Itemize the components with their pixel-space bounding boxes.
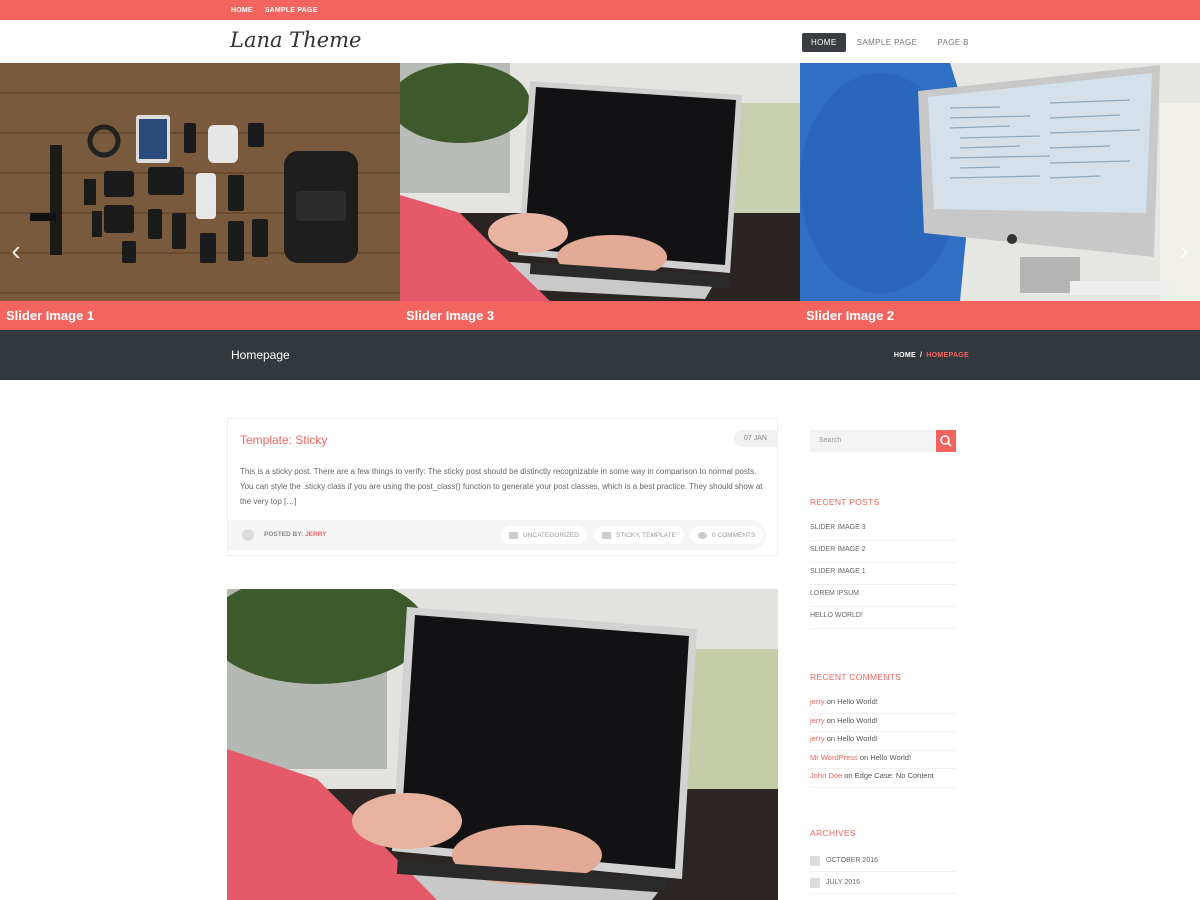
post-date-badge: 07 JAN <box>734 430 777 447</box>
recent-comment-item: jerry on Hello World! <box>810 714 956 732</box>
recent-comments-title: RECENT COMMENTS <box>810 672 902 682</box>
recent-comment-item: jerry on Hello World! <box>810 695 956 714</box>
site-header: Lana Theme HOME SAMPLE PAGE PAGE B <box>0 20 1200 63</box>
archives-list: OCTOBER 2016 JULY 2016 <box>810 850 956 894</box>
post-card: Template: Sticky 07 JAN This is a sticky… <box>227 418 778 556</box>
post-excerpt: This is a sticky post. There are a few t… <box>240 467 763 506</box>
slide-2-caption[interactable]: Slider Image 3 <box>406 308 494 323</box>
top-link-home[interactable]: HOME <box>231 7 253 14</box>
page-title: Homepage <box>231 348 290 362</box>
archives-title: ARCHIVES <box>810 828 856 838</box>
comment-on: on <box>826 715 836 725</box>
tags-pill[interactable]: STICKY, TEMPLATE <box>594 526 684 544</box>
recent-posts-title: RECENT POSTS <box>810 497 880 507</box>
checkbox-icon <box>810 855 820 866</box>
checkbox-icon <box>810 877 820 888</box>
post-author-link[interactable]: JERRY <box>305 531 326 538</box>
image-slider: Slider Image 1 Slider Image 3 Slider Ima… <box>0 63 1200 330</box>
nav-item-home[interactable]: HOME <box>802 33 846 52</box>
recent-posts-list: SLIDER IMAGE 3 SLIDER IMAGE 2 SLIDER IMA… <box>810 519 956 629</box>
archive-item[interactable]: JULY 2016 <box>810 872 956 894</box>
comment-on: on <box>844 771 853 780</box>
breadcrumb-home[interactable]: HOME <box>894 352 916 359</box>
posted-by-label: POSTED BY: <box>264 531 304 538</box>
slide-3-image <box>800 63 1200 301</box>
comment-author-link[interactable]: jerry <box>810 734 825 743</box>
comments-link[interactable]: 0 COMMENTS <box>712 532 755 539</box>
comment-post-link[interactable]: Hello World! <box>837 734 878 743</box>
comment-post-link[interactable]: Hello World! <box>837 697 878 706</box>
tags-link[interactable]: STICKY, TEMPLATE <box>616 532 676 539</box>
main-nav: HOME SAMPLE PAGE PAGE B <box>802 33 980 52</box>
breadcrumb-separator: / <box>920 352 923 359</box>
author-avatar-icon <box>242 529 254 541</box>
post-meta-bar: POSTED BY: JERRY UNCATEGORIZED STICKY, T… <box>228 520 766 550</box>
comment-author-link[interactable]: jerry <box>810 697 825 706</box>
page-title-bar: Homepage HOME / HOMEPAGE <box>0 330 1200 380</box>
comment-on: on <box>859 752 869 762</box>
search-icon <box>940 435 952 447</box>
slide-3-caption[interactable]: Slider Image 2 <box>806 308 894 323</box>
nav-item-sample-page[interactable]: SAMPLE PAGE <box>848 33 927 52</box>
recent-post-item[interactable]: LOREM IPSUM <box>810 585 956 607</box>
search-button[interactable] <box>936 430 956 452</box>
recent-post-item[interactable]: SLIDER IMAGE 1 <box>810 563 956 585</box>
archive-item[interactable]: OCTOBER 2016 <box>810 850 956 872</box>
archive-link[interactable]: JULY 2016 <box>826 874 860 892</box>
recent-comments-list: jerry on Hello World! jerry on Hello Wor… <box>810 695 956 788</box>
slide-3[interactable]: Slider Image 2 <box>800 63 1200 330</box>
comment-on: on <box>826 697 836 706</box>
comment-author-link[interactable]: jerry <box>810 716 825 725</box>
chevron-left-icon[interactable]: ‹ <box>7 237 25 265</box>
site-logo[interactable]: Lana Theme <box>230 28 362 52</box>
breadcrumb-current: HOMEPAGE <box>926 352 969 359</box>
comment-author-link[interactable]: Mr WordPress <box>810 753 858 762</box>
breadcrumb: HOME / HOMEPAGE <box>894 352 969 359</box>
slide-1-caption[interactable]: Slider Image 1 <box>6 308 94 323</box>
search-input[interactable]: Search <box>819 437 841 444</box>
chevron-right-icon[interactable]: › <box>1175 237 1193 265</box>
archive-link[interactable]: OCTOBER 2016 <box>826 852 878 870</box>
top-links: HOME SAMPLE PAGE <box>231 0 317 20</box>
nav-item-page-b[interactable]: PAGE B <box>928 33 978 52</box>
post-title[interactable]: Template: Sticky <box>240 433 327 447</box>
recent-post-item[interactable]: HELLO WORLD! <box>810 607 956 629</box>
slide-2-image <box>400 63 800 301</box>
comment-on: on <box>826 734 836 743</box>
folder-icon <box>509 531 518 539</box>
recent-comment-item: Mr WordPress on Hello World! <box>810 751 956 769</box>
recent-comment-item: jerry on Hello World! <box>810 732 956 751</box>
recent-comment-item: John Doe on Edge Case: No Content <box>810 769 956 788</box>
posted-by: POSTED BY: JERRY <box>264 531 327 538</box>
comment-post-link[interactable]: Hello World! <box>837 716 878 725</box>
comment-post-link[interactable]: Edge Case: No Content <box>855 771 934 780</box>
slide-2[interactable]: Slider Image 3 <box>400 63 800 330</box>
top-link-sample-page[interactable]: SAMPLE PAGE <box>265 7 318 14</box>
top-bar: HOME SAMPLE PAGE <box>0 0 1200 20</box>
recent-post-item[interactable]: SLIDER IMAGE 2 <box>810 541 956 563</box>
comment-author-link[interactable]: John Doe <box>810 771 842 780</box>
post-featured-image[interactable] <box>227 589 778 900</box>
category-link[interactable]: UNCATEGORIZED <box>523 532 579 539</box>
comment-post-link[interactable]: Hello World! <box>870 753 911 762</box>
category-pill[interactable]: UNCATEGORIZED <box>501 526 587 544</box>
tag-icon <box>602 531 611 539</box>
slide-1[interactable]: Slider Image 1 <box>0 63 400 330</box>
comment-icon <box>698 531 707 539</box>
comments-pill[interactable]: 0 COMMENTS <box>690 526 764 544</box>
slide-1-image <box>0 63 400 301</box>
recent-post-item[interactable]: SLIDER IMAGE 3 <box>810 519 956 541</box>
search-box: Search <box>810 430 956 452</box>
